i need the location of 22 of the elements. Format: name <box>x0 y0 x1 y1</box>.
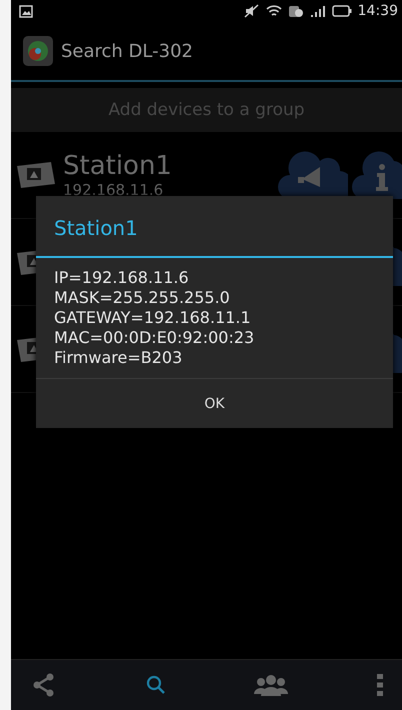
signal-icon <box>310 4 326 18</box>
muted-speaker-icon <box>244 4 260 18</box>
info-line: MAC=00:0D:E0:92:00:23 <box>54 328 256 348</box>
status-time: 14:39 <box>358 3 398 19</box>
app-logo-icon <box>23 36 53 66</box>
ok-button[interactable]: OK <box>36 378 393 428</box>
info-line: IP=192.168.11.6 <box>54 268 190 288</box>
info-cloud-icon[interactable] <box>352 149 402 201</box>
device-ip: 192.168.11.6 <box>63 181 164 199</box>
image-notification-icon <box>19 4 33 18</box>
info-line: MASK=255.255.255.0 <box>54 288 231 308</box>
info-line: Firmware=B203 <box>54 348 184 368</box>
dialog-title: Station1 <box>36 196 393 258</box>
battery-icon <box>332 5 352 17</box>
search-icon[interactable] <box>144 674 167 696</box>
info-line: GATEWAY=192.168.11.1 <box>54 308 252 328</box>
sim-card-icon <box>288 4 304 18</box>
app-title: Search DL-302 <box>61 40 193 62</box>
people-group-icon[interactable] <box>254 674 288 696</box>
overflow-menu-icon[interactable] <box>376 673 384 697</box>
wifi-icon <box>266 4 282 18</box>
device-name: Station1 <box>63 151 173 181</box>
